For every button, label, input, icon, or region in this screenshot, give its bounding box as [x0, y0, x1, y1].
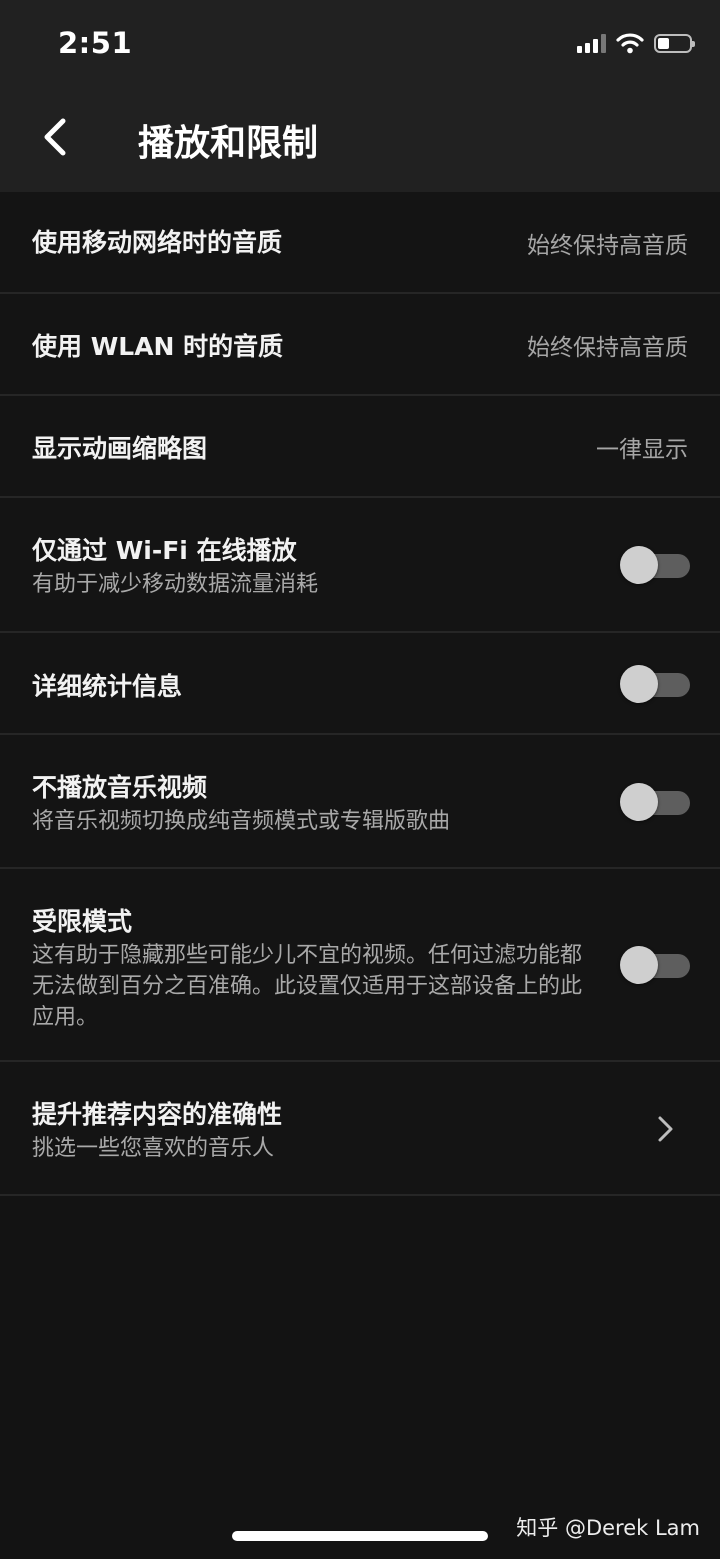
status-bar: 2:51	[0, 0, 720, 90]
settings-list: 使用移动网络时的音质 始终保持高音质 使用 WLAN 时的音质 始终保持高音质 …	[0, 192, 720, 1196]
setting-restricted-mode[interactable]: 受限模式 这有助于隐藏那些可能少儿不宜的视频。任何过滤功能都无法做到百分之百准确…	[0, 869, 720, 1062]
setting-title: 不播放音乐视频	[32, 773, 208, 802]
setting-subtitle: 有助于减少移动数据流量消耗	[32, 572, 319, 597]
chevron-right-icon	[658, 1116, 673, 1142]
watermark: 知乎 @Derek Lam	[516, 1516, 700, 1540]
top-area: 2:51 播放和限制	[0, 0, 720, 192]
setting-subtitle: 挑选一些您喜欢的音乐人	[32, 1136, 275, 1161]
setting-title: 详细统计信息	[32, 672, 183, 701]
page-title: 播放和限制	[138, 123, 319, 164]
setting-wlan-quality[interactable]: 使用 WLAN 时的音质 始终保持高音质	[0, 294, 720, 396]
setting-wifi-only-streaming[interactable]: 仅通过 Wi-Fi 在线播放 有助于减少移动数据流量消耗	[0, 498, 720, 633]
status-icons	[577, 32, 695, 54]
back-button[interactable]	[30, 112, 80, 162]
setting-title: 显示动画缩略图	[32, 434, 208, 463]
back-arrow-icon	[44, 118, 66, 156]
setting-value: 始终保持高音质	[527, 233, 688, 259]
wifi-only-toggle[interactable]	[620, 546, 690, 584]
wifi-icon	[616, 33, 644, 54]
setting-title: 受限模式	[32, 907, 133, 936]
setting-subtitle: 这有助于隐藏那些可能少儿不宜的视频。任何过滤功能都无法做到百分之百准确。此设置仅…	[32, 943, 583, 1030]
stats-toggle[interactable]	[620, 665, 690, 703]
battery-level	[658, 37, 669, 49]
setting-title: 仅通过 Wi-Fi 在线播放	[32, 536, 297, 565]
setting-improve-recommendations[interactable]: 提升推荐内容的准确性 挑选一些您喜欢的音乐人	[0, 1062, 720, 1196]
setting-title: 使用移动网络时的音质	[32, 228, 283, 257]
setting-stats-for-nerds[interactable]: 详细统计信息	[0, 633, 720, 735]
toggle-thumb	[620, 783, 658, 821]
restricted-mode-toggle[interactable]	[620, 946, 690, 984]
toggle-thumb	[620, 946, 658, 984]
toggle-thumb	[620, 546, 658, 584]
battery-icon	[654, 33, 695, 53]
setting-title: 提升推荐内容的准确性	[32, 1100, 283, 1129]
app-bar: 播放和限制	[0, 90, 720, 190]
setting-mobile-quality[interactable]: 使用移动网络时的音质 始终保持高音质	[0, 192, 720, 294]
setting-value: 一律显示	[596, 437, 688, 463]
setting-value: 始终保持高音质	[527, 335, 688, 361]
setting-dont-play-music-videos[interactable]: 不播放音乐视频 将音乐视频切换成纯音频模式或专辑版歌曲	[0, 735, 720, 869]
status-time: 2:51	[58, 26, 133, 60]
signal-icon	[577, 33, 606, 53]
setting-subtitle: 将音乐视频切换成纯音频模式或专辑版歌曲	[32, 809, 451, 834]
toggle-thumb	[620, 665, 658, 703]
home-indicator[interactable]	[232, 1531, 488, 1541]
setting-animated-thumbnails[interactable]: 显示动画缩略图 一律显示	[0, 396, 720, 498]
setting-title: 使用 WLAN 时的音质	[32, 332, 284, 361]
music-video-toggle[interactable]	[620, 783, 690, 821]
